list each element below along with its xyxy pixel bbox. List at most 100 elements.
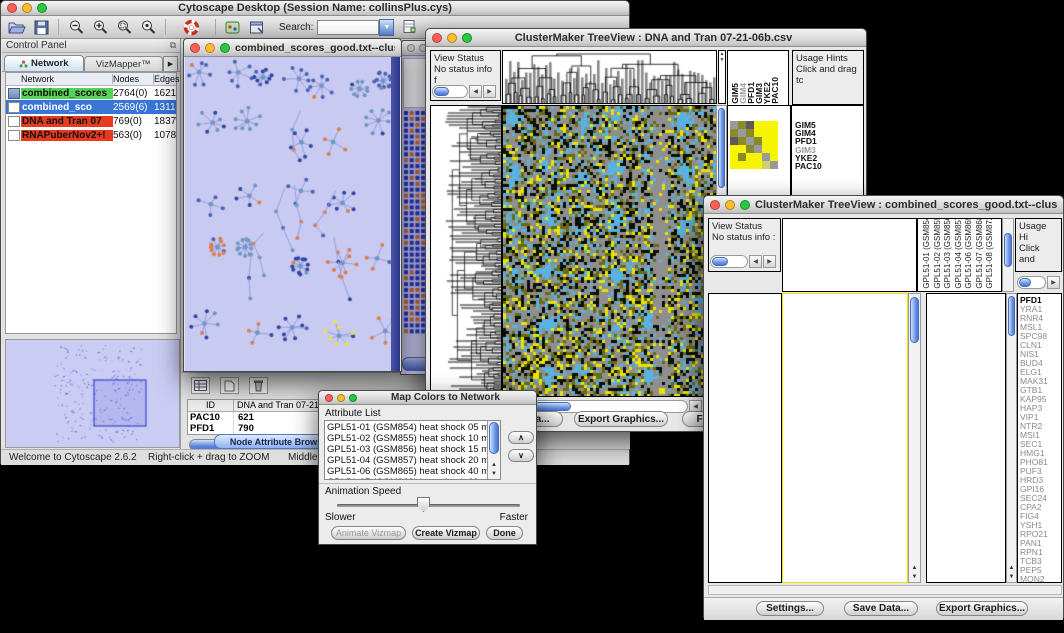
attribute-list-item[interactable]: GPL51-07 (GSM868) heat shock 60 min	[327, 477, 498, 480]
tv1-similarity-matrix[interactable]	[730, 121, 778, 169]
tv1-row-dendrogram-pane[interactable]	[430, 105, 502, 397]
scroll-arrows-icon[interactable]: ▲▼	[1007, 564, 1016, 582]
scroll-left-icon[interactable]: ◀	[469, 85, 482, 98]
tv2-main-vscrollbar[interactable]: ▲▼	[908, 293, 921, 583]
zoom-out-icon[interactable]	[66, 18, 86, 36]
attribute-list-vscrollbar[interactable]: ▲▼	[487, 421, 500, 479]
help-lifesaver-icon[interactable]	[181, 18, 201, 36]
tv2-zoom-heatmap[interactable]	[926, 293, 1006, 583]
tab-network[interactable]: Network	[4, 55, 84, 71]
dialog-title-bar[interactable]: Map Colors to Network	[319, 391, 536, 405]
search-input[interactable]	[317, 20, 379, 35]
scroll-right-icon[interactable]: ▶	[483, 85, 496, 98]
close-icon[interactable]	[432, 33, 442, 43]
move-down-button[interactable]: ∨	[508, 449, 534, 462]
treeview1-title-bar[interactable]: ClusterMaker TreeView : DNA and Tran 07-…	[426, 29, 866, 47]
done-button[interactable]: Done	[486, 526, 523, 540]
status-hint-middle: Middle-	[288, 452, 321, 463]
zoom-window-icon[interactable]	[349, 394, 357, 402]
tv2-save-data-button[interactable]: Save Data...	[844, 601, 918, 616]
col-nodes[interactable]: Nodes	[113, 74, 154, 84]
animate-vizmap-button[interactable]: Animate Vizmap	[331, 526, 406, 540]
scroll-left-icon[interactable]: ◀	[749, 255, 762, 268]
tv1-mini-vscroll[interactable]: ▲▼	[718, 50, 726, 104]
attribute-list-item[interactable]: GPL51-04 (GSM857) heat shock 20 min	[327, 455, 498, 466]
tv2-status-scrollbar[interactable]: ◀▶	[710, 255, 776, 268]
network-canvas[interactable]	[185, 57, 393, 371]
minimize-icon[interactable]	[447, 33, 457, 43]
close-icon[interactable]	[190, 43, 200, 53]
tv2-hints-scrollbar[interactable]: ▶	[1017, 276, 1060, 289]
zoom-window-icon[interactable]	[462, 33, 472, 43]
attribute-list-item[interactable]: GPL51-02 (GSM855) heat shock 10 min	[327, 433, 498, 444]
zoom-fit-icon[interactable]	[114, 18, 134, 36]
tab-overflow-button[interactable]: ▶	[163, 56, 178, 71]
import-table-icon[interactable]	[400, 18, 420, 36]
close-icon[interactable]	[710, 200, 720, 210]
zoom-window-icon[interactable]	[220, 43, 230, 53]
move-up-button[interactable]: ∧	[508, 431, 534, 444]
network-list-row[interactable]: combined_sco2569(6)13112(15)	[6, 100, 176, 114]
delete-attribute-trash-icon[interactable]	[249, 377, 268, 394]
scroll-arrows-icon[interactable]: ▲▼	[488, 461, 500, 479]
col-network[interactable]: Network	[21, 74, 113, 84]
speed-slider-thumb[interactable]	[417, 497, 430, 512]
minimize-icon[interactable]	[337, 394, 345, 402]
birdseye-view[interactable]	[5, 339, 180, 448]
open-file-icon[interactable]	[7, 18, 27, 36]
column-label: GPL51-02 (GSM855)	[933, 218, 944, 289]
create-vizmap-button[interactable]: Create Vizmap	[412, 526, 480, 540]
tv1-column-dendrogram-pane[interactable]	[502, 50, 717, 104]
tv2-bottom-scroll-strip[interactable]	[708, 585, 1062, 595]
snapshot-window-icon[interactable]	[247, 18, 267, 36]
close-icon[interactable]	[7, 3, 17, 13]
new-attribute-icon[interactable]	[220, 377, 239, 394]
close-icon[interactable]	[407, 44, 415, 52]
network-list-row[interactable]: DNA and Tran 07769(0)183728(0)	[6, 114, 176, 128]
scroll-arrows-icon[interactable]: ▲▼	[909, 564, 920, 582]
tv1-export-graphics-button[interactable]: Export Graphics...	[574, 411, 668, 427]
network-list-row[interactable]: combined_scores2764(0)16218(0)	[6, 86, 176, 100]
matrix-cell	[770, 161, 778, 169]
zoom-window-icon[interactable]	[37, 3, 47, 13]
minimize-icon[interactable]	[22, 3, 32, 13]
tv2-column-tree-pane[interactable]	[782, 218, 917, 292]
search-dropdown-arrow-icon[interactable]: ▼	[379, 19, 394, 36]
network-list-row[interactable]: RNAPuberNov2+!563(0)107847(0)	[6, 128, 176, 142]
tv1-heatmap[interactable]	[502, 105, 717, 397]
data-col-id[interactable]: ID	[188, 400, 234, 411]
attribute-list[interactable]: GPL51-01 (GSM854) heat shock 05 minGPL51…	[324, 420, 501, 480]
tv2-row-dendrogram-pane[interactable]	[708, 293, 782, 583]
save-icon[interactable]	[31, 18, 51, 36]
attribute-list-item[interactable]: GPL51-01 (GSM854) heat shock 05 min	[327, 422, 498, 433]
tv1-view-status-title: View Status	[434, 53, 497, 64]
network-list[interactable]: Network Nodes Edges combined_scores2764(…	[5, 72, 177, 334]
attribute-grid-icon[interactable]	[191, 377, 210, 394]
status-welcome: Welcome to Cytoscape 2.6.2	[9, 452, 137, 463]
tv2-settings-button[interactable]: Settings...	[756, 601, 824, 616]
zoom-in-icon[interactable]	[90, 18, 110, 36]
tab-vizmapper[interactable]: VizMapper™	[84, 56, 164, 71]
tv2-export-graphics-button[interactable]: Export Graphics...	[936, 601, 1028, 616]
tv2-zoom-vscrollbar[interactable]: ▲▼	[1006, 293, 1017, 583]
tv1-status-scrollbar[interactable]: ◀▶	[432, 85, 496, 98]
zoom-selected-icon[interactable]	[138, 18, 158, 36]
tv2-collabel-vscrollbar[interactable]	[1002, 218, 1014, 292]
network-view-vscrollbar[interactable]	[391, 57, 400, 371]
tv2-main-heatmap[interactable]	[782, 293, 908, 583]
attribute-list-item[interactable]: GPL51-06 (GSM865) heat shock 40 min	[327, 466, 498, 477]
minimize-icon[interactable]	[205, 43, 215, 53]
scroll-right-icon[interactable]: ▶	[1047, 276, 1060, 289]
col-edges[interactable]: Edges	[154, 74, 180, 84]
scroll-right-icon[interactable]: ▶	[763, 255, 776, 268]
attribute-list-item[interactable]: GPL51-03 (GSM856) heat shock 15 min	[327, 444, 498, 455]
close-icon[interactable]	[325, 394, 333, 402]
main-title-bar[interactable]: Cytoscape Desktop (Session Name: collins…	[1, 1, 629, 16]
treeview2-title-bar[interactable]: ClusterMaker TreeView : combined_scores_…	[704, 196, 1063, 214]
minimize-icon[interactable]	[725, 200, 735, 210]
plugins-icon[interactable]	[223, 18, 243, 36]
zoom-window-icon[interactable]	[740, 200, 750, 210]
float-panel-icon[interactable]: ⧉	[170, 40, 176, 51]
network-view-title-bar[interactable]: combined_scores_good.txt--cluste...	[184, 39, 401, 57]
matrix-cell	[730, 145, 738, 153]
